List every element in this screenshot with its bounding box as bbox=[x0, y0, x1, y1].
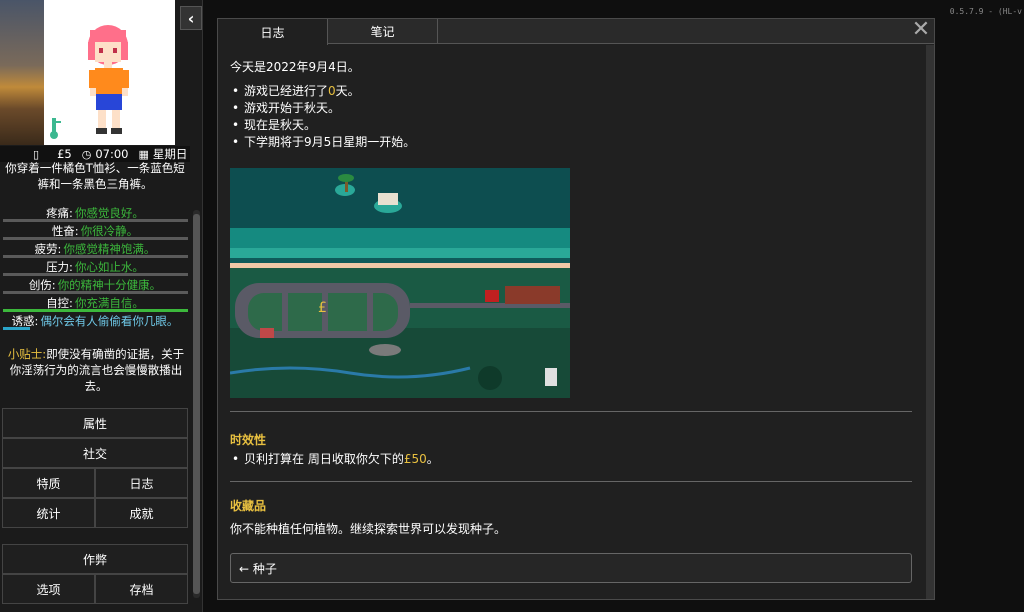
journal-panel: 日志 笔记 ✕ 今天是2022年9月4日。 游戏已经进行了0天。 游戏开始于秋天… bbox=[217, 18, 935, 600]
journal-content: 今天是2022年9月4日。 游戏已经进行了0天。 游戏开始于秋天。 现在是秋天。… bbox=[230, 59, 912, 583]
social-button[interactable]: 社交 bbox=[2, 438, 188, 468]
menu-grid-system: 作弊 选项 存档 bbox=[2, 544, 188, 604]
seeds-button[interactable]: ← 种子 bbox=[230, 553, 912, 583]
svg-text:£: £ bbox=[318, 300, 327, 316]
collapse-sidebar-button[interactable]: ‹ bbox=[180, 6, 202, 30]
tab-notes[interactable]: 笔记 bbox=[328, 19, 438, 44]
chevron-left-icon: ‹ bbox=[187, 8, 195, 28]
statistics-button[interactable]: 统计 bbox=[2, 498, 95, 528]
phone-icon: ▯ bbox=[33, 147, 40, 161]
stat-fatigue: 疲劳: 你感觉精神饱满。 bbox=[0, 240, 190, 258]
tip-label: 小贴士: bbox=[7, 347, 47, 361]
close-icon[interactable]: ✕ bbox=[910, 19, 932, 42]
character-portrait bbox=[0, 0, 175, 145]
list-item: 现在是秋天。 bbox=[230, 117, 912, 134]
stat-stress: 压力: 你心如止水。 bbox=[0, 258, 190, 276]
tab-bar: 日志 笔记 ✕ bbox=[218, 19, 934, 45]
stat-pain: 疼痛: 你感觉良好。 bbox=[0, 204, 190, 222]
collectibles-text: 你不能种植任何植物。继续探索世界可以发现种子。 bbox=[230, 522, 507, 536]
timeliness-title: 时效性 bbox=[230, 433, 267, 447]
time-display: 07:00 bbox=[95, 147, 129, 161]
list-item: 游戏已经进行了0天。 bbox=[230, 83, 912, 100]
tab-journal[interactable]: 日志 bbox=[218, 19, 328, 45]
menu-grid-main: 属性 社交 特质 日志 统计 成就 bbox=[2, 408, 188, 528]
stats-list: 疼痛: 你感觉良好。 性奋: 你很冷静。 疲劳: 你感觉精神饱满。 压力: 你心… bbox=[0, 204, 190, 330]
panel-scrollbar[interactable] bbox=[926, 45, 934, 599]
debt-amount: £50 bbox=[403, 452, 427, 466]
tip-box: 小贴士:即使没有确凿的证据，关于你淫荡行为的流言也会慢慢散播出去。 bbox=[4, 346, 188, 394]
character-sprite bbox=[50, 25, 129, 139]
sidebar: ‹ ▯ £5 ◷ 07:00 ▦ 星期日 你穿着一件橘色T恤衫、一条蓝色短裤和一… bbox=[0, 0, 203, 612]
list-item: 贝利打算在 周日收取你欠下的£50。 bbox=[230, 451, 912, 468]
info-list: 游戏已经进行了0天。 游戏开始于秋天。 现在是秋天。 下学期将于9月5日星期一开… bbox=[230, 83, 912, 151]
stat-control: 自控: 你充满自信。 bbox=[0, 294, 190, 312]
town-map-image: £ bbox=[230, 168, 570, 398]
cheat-button[interactable]: 作弊 bbox=[2, 544, 188, 574]
stat-arousal: 性奋: 你很冷静。 bbox=[0, 222, 190, 240]
version-label: 0.5.7.9 - (HL-v bbox=[949, 7, 1022, 16]
options-button[interactable]: 选项 bbox=[2, 574, 95, 604]
outfit-description: 你穿着一件橘色T恤衫、一条蓝色短裤和一条黑色三角裤。 bbox=[5, 161, 185, 191]
saves-button[interactable]: 存档 bbox=[95, 574, 188, 604]
town-map[interactable]: £ bbox=[230, 168, 570, 398]
journal-button[interactable]: 日志 bbox=[95, 468, 188, 498]
date-line: 今天是2022年9月4日。 bbox=[230, 60, 360, 74]
list-item: 游戏开始于秋天。 bbox=[230, 100, 912, 117]
stat-bar bbox=[3, 327, 30, 330]
traits-button[interactable]: 特质 bbox=[2, 468, 95, 498]
clock-icon: ◷ bbox=[81, 147, 92, 161]
list-item: 下学期将于9月5日星期一开始。 bbox=[230, 134, 912, 151]
sidebar-scrollbar-thumb[interactable] bbox=[193, 214, 200, 594]
timeliness-list: 贝利打算在 周日收取你欠下的£50。 bbox=[230, 451, 912, 468]
stat-trauma: 创伤: 你的精神十分健康。 bbox=[0, 276, 190, 294]
attributes-button[interactable]: 属性 bbox=[2, 408, 188, 438]
stat-value: 偶尔会有人偷偷看你几眼。 bbox=[40, 314, 179, 328]
divider bbox=[230, 411, 912, 412]
divider bbox=[230, 481, 912, 482]
days-count: 0 bbox=[328, 84, 336, 98]
calendar-icon: ▦ bbox=[138, 147, 149, 161]
stat-allure: 诱惑: 偶尔会有人偷偷看你几眼。 bbox=[0, 312, 190, 330]
collectibles-title: 收藏品 bbox=[230, 499, 267, 513]
money-display: £5 bbox=[57, 147, 72, 161]
achievements-button[interactable]: 成就 bbox=[95, 498, 188, 528]
